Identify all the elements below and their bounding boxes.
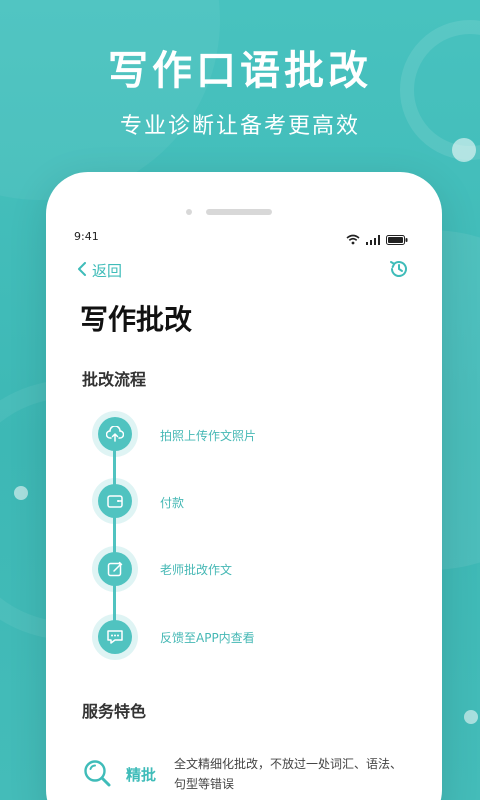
step-label: 老师批改作文: [160, 563, 233, 577]
history-button[interactable]: [388, 258, 410, 284]
step-label: 拍照上传作文照片: [160, 429, 257, 443]
back-button[interactable]: 返回: [76, 260, 122, 281]
feature-desc: 全文精细化批改，不放过一处词汇、语法、句型等错误: [174, 757, 403, 791]
step-label: 付款: [160, 496, 185, 510]
cloud-upload-icon: [98, 417, 132, 451]
timeline-line: [113, 434, 116, 638]
back-label: 返回: [92, 262, 123, 280]
status-icons: [346, 230, 408, 249]
banner-headline: 写作口语批改: [108, 48, 372, 94]
history-icon: [388, 261, 410, 284]
phone-mockup: 9:41 返回 写作批改 批改流程 拍照上传作文照片 付款 老师批改作文 反馈至…: [46, 172, 442, 800]
wallet-icon: [98, 484, 132, 518]
phone-speaker: [206, 209, 272, 215]
bg-dot: [14, 486, 28, 500]
status-time: 9:41: [74, 230, 99, 243]
bg-dot: [464, 710, 478, 724]
step-label: 反馈至APP内查看: [160, 631, 255, 645]
page-title: 写作批改: [80, 303, 193, 336]
banner-subline: 专业诊断让备考更高效: [119, 114, 360, 139]
feature-name: 精批: [126, 766, 157, 784]
process-section-title: 批改流程: [82, 370, 147, 389]
magnifier-icon: [82, 758, 112, 792]
edit-icon: [98, 552, 132, 586]
chat-icon: [98, 620, 132, 654]
battery-icon: [386, 230, 408, 249]
wifi-icon: [346, 230, 360, 249]
bg-dot: [452, 138, 476, 162]
phone-camera: [186, 209, 192, 215]
features-section-title: 服务特色: [82, 702, 147, 721]
signal-icon: [366, 230, 380, 249]
chevron-left-icon: [76, 261, 88, 280]
bg-circle: [0, 0, 220, 200]
